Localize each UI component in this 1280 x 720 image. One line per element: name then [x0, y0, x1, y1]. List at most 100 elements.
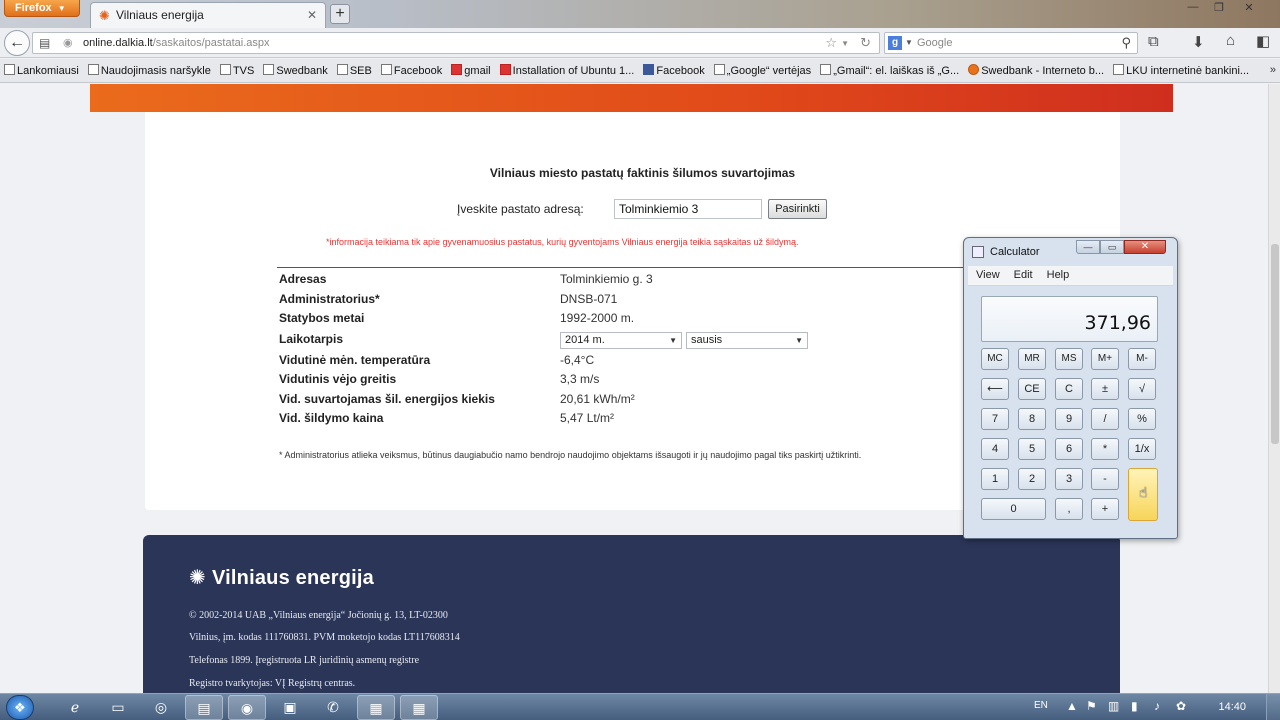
digit-1-button[interactable]: 1: [981, 468, 1009, 490]
decimal-button[interactable]: ,: [1055, 498, 1083, 520]
choose-button[interactable]: Pasirinkti: [768, 199, 827, 219]
bookmarks-overflow-icon[interactable]: »: [1270, 64, 1276, 76]
volume-icon[interactable]: ♪: [1154, 699, 1160, 713]
bookmark-item[interactable]: „Gmail“: el. laiškas iš „G...: [820, 64, 959, 77]
month-select[interactable]: sausis ▼: [686, 332, 808, 349]
mr-button[interactable]: MR: [1018, 348, 1046, 370]
search-icon[interactable]: ⚲: [1121, 35, 1131, 51]
m-minus-button[interactable]: M-: [1128, 348, 1156, 370]
tray-chevron-icon[interactable]: ▲: [1066, 699, 1078, 713]
backspace-button[interactable]: ⟵: [981, 378, 1009, 400]
bookmark-item[interactable]: TVS: [219, 64, 254, 77]
digit-8-button[interactable]: 8: [1018, 408, 1046, 430]
url-bar[interactable]: ▤ ◉ online.dalkia.lt/saskaitos/pastatai.…: [32, 32, 880, 54]
calculator-minimize-button[interactable]: —: [1076, 240, 1100, 254]
footer-company-codes: Vilnius, įm. kodas 111760831. PVM moketo…: [189, 632, 460, 643]
bookmark-item[interactable]: Lankomiausi: [4, 64, 79, 77]
maximize-window-button[interactable]: ❐: [1208, 1, 1230, 15]
period-row-label: Laikotarpis: [279, 332, 344, 346]
calculator-window[interactable]: Calculator — ▭ ✕ View Edit Help 371,96 MC …: [963, 237, 1178, 539]
downloads-icon[interactable]: ⬇: [1192, 33, 1205, 51]
digit-4-button[interactable]: 4: [981, 438, 1009, 460]
c-button[interactable]: C: [1055, 378, 1083, 400]
antivirus-icon[interactable]: ✿: [1176, 699, 1186, 713]
menu-edit[interactable]: Edit: [1006, 266, 1039, 281]
calculator-maximize-button[interactable]: ▭: [1100, 240, 1124, 254]
bookmark-item[interactable]: Facebook: [380, 64, 442, 77]
calculator-display-value: 371,96: [1084, 312, 1151, 334]
viber-taskbar-icon[interactable]: ✆: [314, 695, 352, 720]
url-history-chevron-icon[interactable]: ▼: [841, 39, 849, 48]
close-tab-icon[interactable]: ✕: [307, 8, 317, 22]
show-desktop-button[interactable]: [1266, 694, 1280, 720]
scrollbar-thumb[interactable]: [1271, 244, 1279, 444]
digit-9-button[interactable]: 9: [1055, 408, 1083, 430]
google-icon[interactable]: g: [888, 36, 902, 50]
bookmark-item[interactable]: gmail: [451, 64, 491, 77]
add-button[interactable]: +: [1091, 498, 1119, 520]
back-button[interactable]: ←: [4, 30, 30, 56]
browser-tab[interactable]: ✺ Vilniaus energija ✕: [90, 2, 326, 28]
reload-icon[interactable]: ↻: [860, 35, 871, 51]
addon-icon[interactable]: ◧: [1256, 32, 1270, 50]
plus-minus-button[interactable]: ±: [1091, 378, 1119, 400]
app-taskbar-icon[interactable]: ▣: [271, 695, 309, 720]
calculator-close-button[interactable]: ✕: [1124, 240, 1166, 254]
digit-7-button[interactable]: 7: [981, 408, 1009, 430]
search-engine-chevron-icon[interactable]: ▼: [905, 38, 913, 47]
menu-help[interactable]: Help: [1039, 266, 1076, 281]
close-window-button[interactable]: ✕: [1238, 1, 1260, 15]
chevron-down-icon: ▼: [669, 336, 677, 345]
bookmark-item[interactable]: Swedbank - Interneto b...: [968, 64, 1104, 77]
multiply-button[interactable]: *: [1091, 438, 1119, 460]
firefox-menu-button[interactable]: Firefox ▼: [4, 0, 80, 17]
new-tab-button[interactable]: +: [330, 4, 350, 24]
digit-3-button[interactable]: 3: [1055, 468, 1083, 490]
firefox-taskbar-icon[interactable]: ◉: [228, 695, 266, 720]
address-input[interactable]: Tolminkiemio 3: [614, 199, 762, 219]
digit-6-button[interactable]: 6: [1055, 438, 1083, 460]
bookmark-item[interactable]: Swedbank: [263, 64, 328, 77]
excel-taskbar-icon[interactable]: ▦: [357, 695, 395, 720]
subtract-button[interactable]: -: [1091, 468, 1119, 490]
sqrt-button[interactable]: √: [1128, 378, 1156, 400]
start-button[interactable]: ❖: [6, 695, 34, 720]
chrome-taskbar-icon[interactable]: ◎: [142, 695, 180, 720]
excel-taskbar-icon-2[interactable]: ▦: [400, 695, 438, 720]
home-icon[interactable]: ⌂: [1226, 32, 1235, 49]
ce-button[interactable]: CE: [1018, 378, 1046, 400]
bookmark-item[interactable]: Facebook: [643, 64, 705, 77]
network-icon[interactable]: ▥: [1108, 699, 1119, 713]
bookmark-item[interactable]: Naudojimasis naršykle: [87, 64, 211, 77]
menu-view[interactable]: View: [968, 266, 1006, 281]
digit-0-button[interactable]: 0: [981, 498, 1046, 520]
explorer-taskbar-icon[interactable]: ▭: [99, 695, 137, 720]
search-bar[interactable]: g ▼ Google ⚲: [884, 32, 1138, 54]
m-plus-button[interactable]: M+: [1091, 348, 1119, 370]
action-center-icon[interactable]: ⚑: [1086, 699, 1097, 713]
signal-icon[interactable]: ▮: [1131, 699, 1138, 713]
bookmark-label: gmail: [464, 65, 491, 77]
bookmarks-sidebar-icon[interactable]: ▤: [39, 36, 53, 50]
digit-2-button[interactable]: 2: [1018, 468, 1046, 490]
bookmark-item[interactable]: „Google“ vertėjas: [713, 64, 811, 77]
mc-button[interactable]: MC: [981, 348, 1009, 370]
bookmark-item[interactable]: LKU internetinė bankini...: [1113, 64, 1249, 77]
clock[interactable]: 14:40: [1218, 701, 1246, 713]
divide-button[interactable]: /: [1091, 408, 1119, 430]
reciprocal-button[interactable]: 1/x: [1128, 438, 1156, 460]
year-select[interactable]: 2014 m. ▼: [560, 332, 682, 349]
bookmark-item[interactable]: SEB: [336, 64, 372, 77]
ms-button[interactable]: MS: [1055, 348, 1083, 370]
footer-logo[interactable]: ✺ Vilniaus energija: [189, 565, 374, 590]
bookmarks-menu-icon[interactable]: ⧉: [1148, 33, 1159, 50]
bookmark-star-icon[interactable]: ☆: [825, 35, 837, 51]
internet-explorer-taskbar-icon[interactable]: ℯ: [56, 695, 94, 720]
minimize-window-button[interactable]: —: [1182, 1, 1204, 15]
page-scrollbar[interactable]: [1268, 84, 1280, 693]
bookmark-item[interactable]: Installation of Ubuntu 1...: [499, 64, 634, 77]
window-taskbar-icon[interactable]: ▤: [185, 695, 223, 720]
percent-button[interactable]: %: [1128, 408, 1156, 430]
language-indicator[interactable]: EN: [1034, 700, 1048, 711]
digit-5-button[interactable]: 5: [1018, 438, 1046, 460]
